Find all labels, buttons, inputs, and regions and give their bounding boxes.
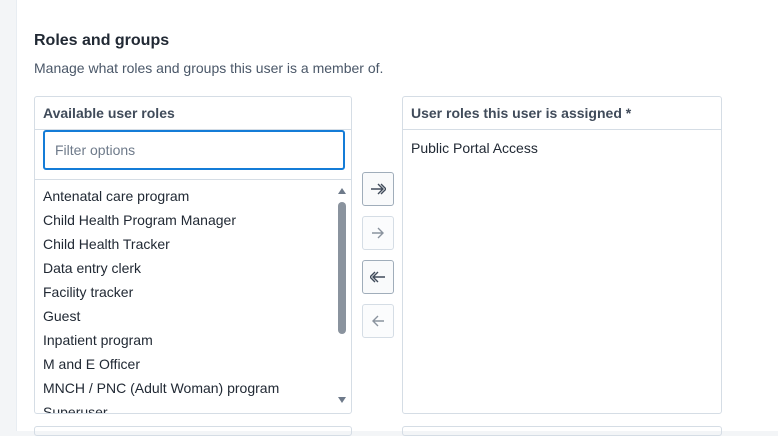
add-selected-button[interactable]	[362, 216, 394, 250]
assigned-roles-list[interactable]: Public Portal Access	[403, 130, 721, 160]
list-item[interactable]: Public Portal Access	[403, 136, 721, 160]
remove-selected-button[interactable]	[362, 304, 394, 338]
double-chevron-left-icon	[370, 271, 385, 283]
available-roles-box: Available user roles Antenatal care prog…	[34, 96, 352, 414]
arrow-left-icon	[372, 315, 384, 327]
scrollbar-thumb[interactable]	[338, 202, 346, 334]
available-roles-header: Available user roles	[35, 97, 351, 130]
list-item[interactable]: Superuser	[35, 400, 337, 413]
list-item[interactable]: Child Health Program Manager	[35, 208, 337, 232]
scroll-down-arrow-icon[interactable]	[338, 397, 346, 403]
roles-groups-panel: Roles and groups Manage what roles and g…	[16, 0, 778, 436]
scroll-up-arrow-icon[interactable]	[338, 188, 346, 194]
section-description: Manage what roles and groups this user i…	[34, 60, 384, 76]
arrow-right-icon	[372, 227, 384, 239]
list-item[interactable]: Facility tracker	[35, 280, 337, 304]
list-item[interactable]: Inpatient program	[35, 328, 337, 352]
remove-all-button[interactable]	[362, 260, 394, 294]
scrollbar[interactable]	[335, 180, 349, 413]
assigned-roles-box: User roles this user is assigned * Publi…	[402, 96, 722, 414]
list-item[interactable]: Data entry clerk	[35, 256, 337, 280]
double-chevron-right-icon	[371, 183, 386, 195]
list-item[interactable]: Guest	[35, 304, 337, 328]
list-item[interactable]: Child Health Tracker	[35, 232, 337, 256]
assigned-roles-header: User roles this user is assigned *	[403, 97, 721, 130]
filter-wrapper	[35, 130, 351, 180]
next-section-box-left	[34, 426, 352, 436]
next-section-box-right	[402, 426, 722, 436]
list-item[interactable]: MNCH / PNC (Adult Woman) program	[35, 376, 337, 400]
section-title: Roles and groups	[34, 32, 170, 49]
add-all-button[interactable]	[362, 172, 394, 206]
filter-input[interactable]	[43, 130, 345, 170]
available-roles-list[interactable]: Antenatal care program Child Health Prog…	[35, 180, 337, 413]
list-item[interactable]: M and E Officer	[35, 352, 337, 376]
list-item[interactable]: Antenatal care program	[35, 184, 337, 208]
